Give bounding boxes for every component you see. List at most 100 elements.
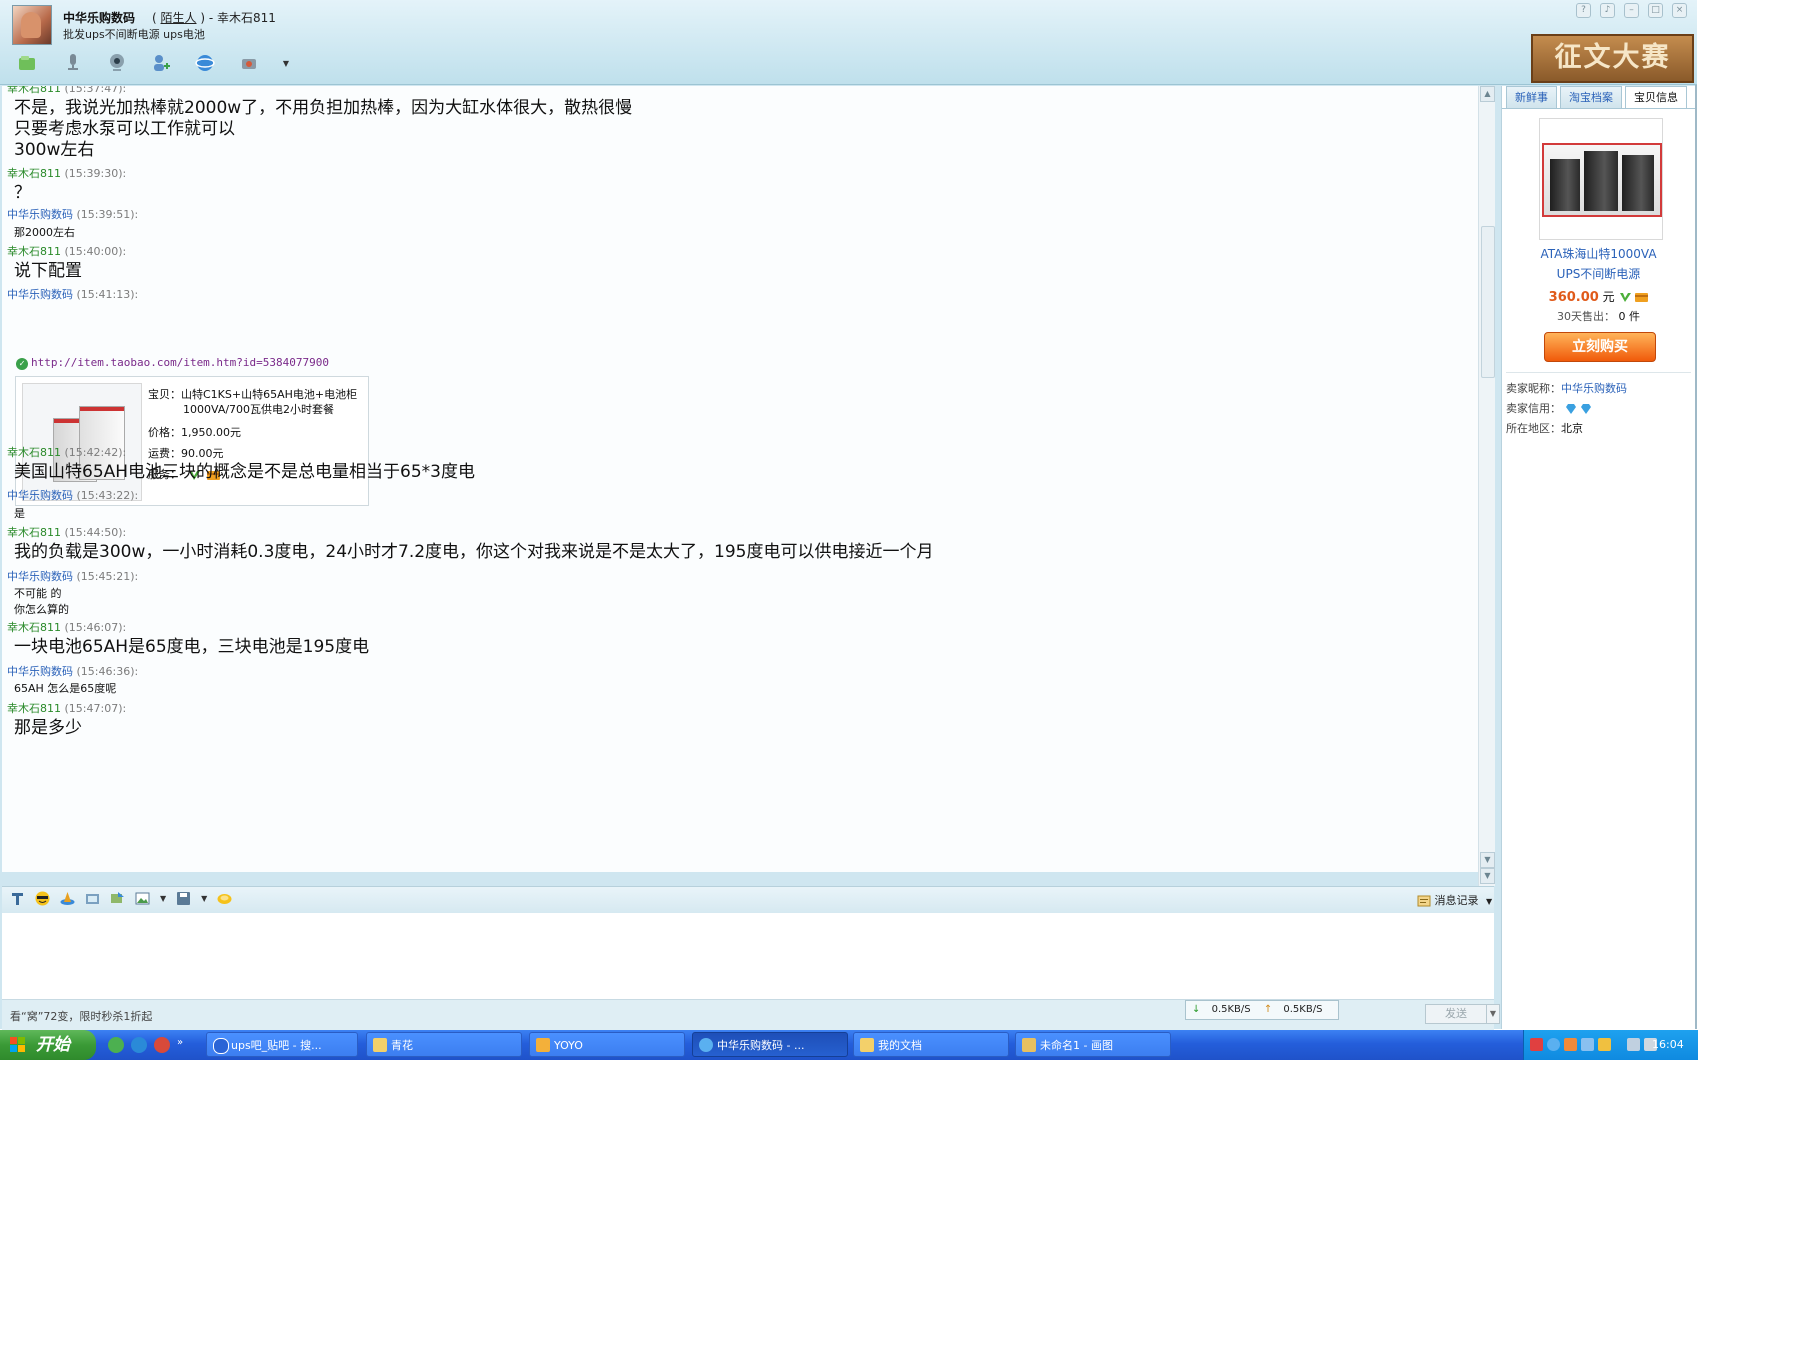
image-dropdown-icon[interactable]: ▼ xyxy=(160,894,166,903)
message-text: 65AH 怎么是65度呢 xyxy=(14,682,117,695)
sender-name[interactable]: 中华乐购数码 xyxy=(7,665,73,678)
message-text: 300w左右 xyxy=(14,140,95,160)
sender-name[interactable]: 幸木石811 xyxy=(7,621,61,634)
scroll-end-button[interactable]: ▼ xyxy=(1480,868,1495,884)
tools-icon[interactable] xyxy=(238,53,260,73)
taskbar-item[interactable]: 青花 xyxy=(366,1032,522,1057)
message-header: 中华乐购数码 (15:45:21): xyxy=(7,568,138,584)
message-header: 幸木石811 (15:46:07): xyxy=(7,619,126,635)
tray-app-icon[interactable] xyxy=(1581,1038,1594,1051)
help-button[interactable]: ? xyxy=(1576,3,1591,18)
sender-name[interactable]: 幸木石811 xyxy=(7,86,61,95)
seller-nick[interactable]: 中华乐购数码 xyxy=(1561,382,1627,395)
message-text: 是 xyxy=(14,507,25,520)
message-time: (15:47:07): xyxy=(64,702,127,715)
message-scrollbar[interactable]: ▲ ▼ ▼ xyxy=(1478,86,1495,886)
quicklaunch-media-icon[interactable] xyxy=(154,1037,170,1053)
input-method-icon[interactable] xyxy=(1530,1038,1543,1051)
item-url[interactable]: http://item.taobao.com/item.htm?id=53840… xyxy=(31,356,329,369)
history-dropdown-icon[interactable]: ▼ xyxy=(1486,897,1492,906)
scroll-up-button[interactable]: ▲ xyxy=(1480,86,1495,102)
message-time: (15:39:30): xyxy=(64,167,127,180)
voice-chat-icon[interactable] xyxy=(62,53,84,73)
add-contact-icon[interactable] xyxy=(150,53,172,73)
scroll-down-button[interactable]: ▼ xyxy=(1480,852,1495,868)
download-arrow-icon: ↓ xyxy=(1192,1004,1201,1015)
verified-icon: ✓ xyxy=(16,358,28,370)
quicklaunch-ie-icon[interactable] xyxy=(131,1037,147,1053)
search-engine-icon xyxy=(213,1038,229,1054)
tab-news[interactable]: 新鲜事 xyxy=(1506,86,1557,109)
product-image[interactable] xyxy=(1539,118,1663,240)
taskbar-item[interactable]: 未命名1 - 画图 xyxy=(1015,1032,1171,1057)
message-input[interactable] xyxy=(2,913,1494,999)
sender-name[interactable]: 幸木石811 xyxy=(7,167,61,180)
magic-expression-icon[interactable] xyxy=(60,891,75,906)
upload-arrow-icon: ↑ xyxy=(1263,1004,1273,1015)
taskbar-item[interactable]: ups吧_贴吧 - 搜... xyxy=(206,1032,358,1057)
tray-expand-icon[interactable] xyxy=(1547,1038,1560,1051)
font-icon[interactable] xyxy=(10,891,25,906)
item-link[interactable]: ✓ http://item.taobao.com/item.htm?id=5384… xyxy=(16,356,329,370)
item-name-line2[interactable]: 1000VA/700瓦供电2小时套餐 xyxy=(183,403,334,416)
close-button[interactable]: × xyxy=(1672,3,1687,18)
essay-contest-banner[interactable]: 征文大赛 xyxy=(1531,34,1694,83)
save-dropdown-icon[interactable]: ▼ xyxy=(201,894,207,903)
sender-name[interactable]: 中华乐购数码 xyxy=(7,208,73,221)
taskbar-item[interactable]: 我的文档 xyxy=(853,1032,1009,1057)
product-title-line1[interactable]: ATA珠海山特1000VA xyxy=(1502,244,1695,264)
seller-nick-row: 卖家昵称：中华乐购数码 xyxy=(1506,380,1627,396)
emoticon-icon[interactable] xyxy=(35,891,50,906)
message-time: (15:46:07): xyxy=(64,621,127,634)
relation-link[interactable]: 陌生人 xyxy=(161,11,197,25)
message-time: (15:43:22): xyxy=(76,489,139,502)
item-name[interactable]: 山特C1KS+山特65AH电池+电池柜 xyxy=(181,388,357,401)
sender-name[interactable]: 幸木石811 xyxy=(7,245,61,258)
sender-name[interactable]: 幸木石811 xyxy=(7,446,61,459)
message-history-button[interactable]: 消息记录 ▼ xyxy=(1417,892,1492,908)
download-speed: 0.5KB/S xyxy=(1211,1004,1251,1015)
skin-button[interactable]: ♪ xyxy=(1600,3,1615,18)
product-title-line2[interactable]: UPS不间断电源 xyxy=(1502,264,1695,284)
save-icon[interactable] xyxy=(176,891,191,906)
message-text: 我的负载是300w，一小时消耗0.3度电，24小时才7.2度电，你这个对我来说是… xyxy=(14,542,934,562)
product-title[interactable]: ATA珠海山特1000VA UPS不间断电源 xyxy=(1502,244,1695,284)
minimize-button[interactable]: – xyxy=(1624,3,1639,18)
video-chat-icon[interactable] xyxy=(106,53,128,73)
send-file-icon[interactable] xyxy=(18,53,40,73)
clock: 16:04 xyxy=(1652,1038,1684,1051)
screenshot-icon[interactable] xyxy=(85,891,100,906)
buy-now-button[interactable]: 立刻购买 xyxy=(1544,332,1656,362)
start-button[interactable]: 开始 xyxy=(0,1030,96,1060)
tab-item-info[interactable]: 宝贝信息 xyxy=(1625,86,1687,109)
sender-name[interactable]: 幸木石811 xyxy=(7,702,61,715)
sender-name[interactable]: 中华乐购数码 xyxy=(7,570,73,583)
avatar[interactable] xyxy=(12,5,52,45)
taskbar: 开始 » ups吧_贴吧 - 搜... 青花 YOYO 中华乐购数码 - ...… xyxy=(0,1030,1698,1060)
taskbar-item[interactable]: 中华乐购数码 - ... xyxy=(692,1032,848,1057)
tray-app-icon[interactable] xyxy=(1627,1038,1640,1051)
quicklaunch-browser-icon[interactable] xyxy=(108,1037,124,1053)
message-header: 幸木石811 (15:44:50): xyxy=(7,524,126,540)
scroll-thumb[interactable] xyxy=(1481,226,1495,378)
quicklaunch-more-icon[interactable]: » xyxy=(177,1037,183,1053)
ad-link[interactable]: 看“窝”72变，限时秒杀1折起 xyxy=(10,1008,152,1024)
contact-signature: 批发ups不间断电源 ups电池 xyxy=(63,28,205,41)
tab-taobao-profile[interactable]: 淘宝档案 xyxy=(1560,86,1622,109)
sender-name[interactable]: 幸木石811 xyxy=(7,526,61,539)
toolbar-more-dropdown[interactable]: ▼ xyxy=(282,53,290,73)
sender-name[interactable]: 中华乐购数码 xyxy=(7,288,73,301)
send-image-icon[interactable] xyxy=(110,891,125,906)
sender-name[interactable]: 中华乐购数码 xyxy=(7,489,73,502)
send-button[interactable]: 发送 xyxy=(1425,1004,1487,1024)
tray-app-icon[interactable] xyxy=(1598,1038,1611,1051)
browser-icon[interactable] xyxy=(194,53,216,73)
send-options-dropdown[interactable]: ▼ xyxy=(1486,1004,1500,1024)
tray-app-icon[interactable] xyxy=(1564,1038,1577,1051)
message-text: 美国山特65AH电池三块的概念是不是总电量相当于65*3度电 xyxy=(14,462,475,482)
maximize-button[interactable]: □ xyxy=(1648,3,1663,18)
image-icon[interactable] xyxy=(135,891,150,906)
shake-icon[interactable] xyxy=(217,891,232,906)
taskbar-item[interactable]: YOYO xyxy=(529,1032,685,1057)
message-header: 幸木石811 (15:37:47): xyxy=(7,86,126,96)
